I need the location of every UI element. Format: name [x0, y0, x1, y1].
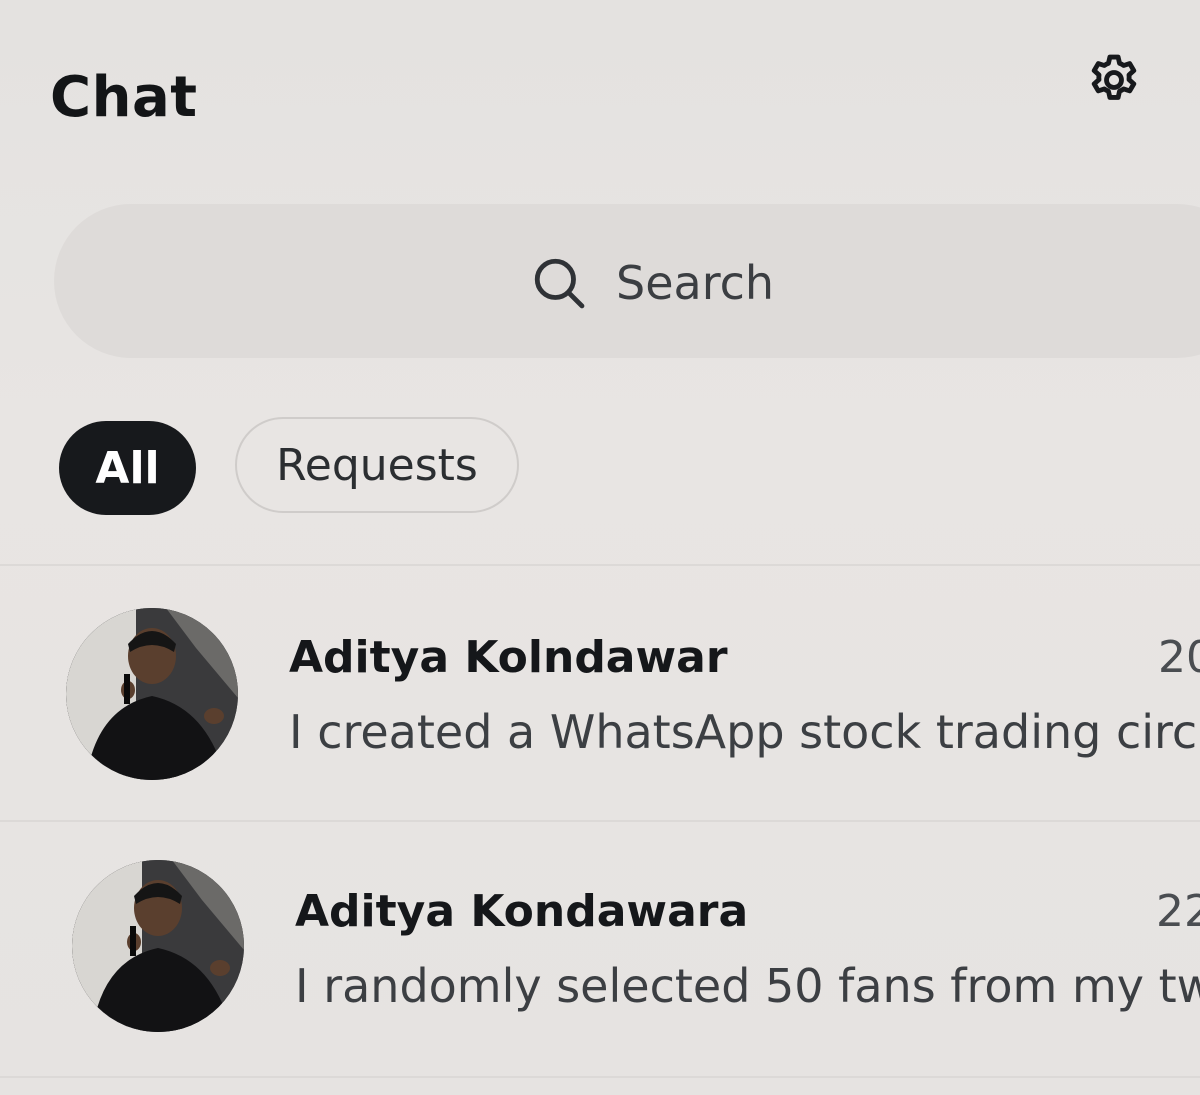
search-icon [530, 254, 588, 312]
conversation-preview: I randomly selected 50 fans from my twee [295, 959, 1200, 1013]
settings-button[interactable] [1084, 50, 1144, 110]
page-title: Chat [50, 65, 198, 130]
avatar [66, 608, 238, 780]
conversation-name: Aditya Kondawara [295, 886, 749, 937]
conversation-name: Aditya Kolndawar [289, 632, 728, 683]
conversation-row[interactable]: Aditya Kondawara 22 I randomly selected … [0, 822, 1200, 1076]
filter-all-label: All [95, 442, 160, 494]
search-placeholder: Search [616, 256, 775, 310]
list-divider [0, 1076, 1200, 1078]
filter-all-chip[interactable]: All [59, 421, 196, 515]
search-bar[interactable]: Search [54, 204, 1200, 358]
filter-requests-label: Requests [276, 439, 478, 491]
gear-icon [1085, 51, 1143, 109]
conversation-row[interactable]: Aditya Kolndawar 20 I created a WhatsApp… [0, 566, 1200, 820]
search-content: Search [530, 254, 774, 312]
conversation-time: 22 [1156, 886, 1200, 937]
conversation-time: 20 [1158, 632, 1200, 683]
chat-screen: Chat Search All Requests Aditya Kolndawa… [0, 0, 1200, 1095]
conversation-preview: I created a WhatsApp stock trading circl… [289, 705, 1200, 759]
filter-requests-chip[interactable]: Requests [235, 417, 519, 513]
avatar [72, 860, 244, 1032]
